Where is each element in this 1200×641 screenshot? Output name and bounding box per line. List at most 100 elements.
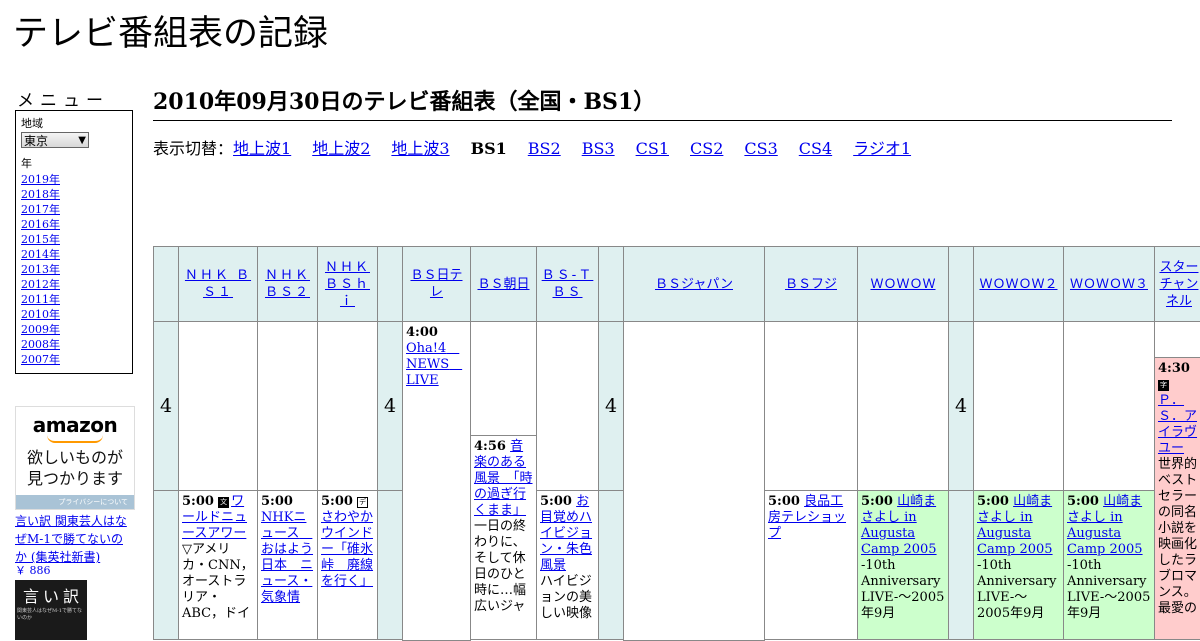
channel-header-nhk-bs1: ＮＨＫ ＢＳ１	[178, 246, 258, 322]
menu-label: メニュー	[17, 91, 109, 111]
switcher-bs2[interactable]: BS2	[528, 139, 561, 158]
program-cell: 5:00 山崎まさよし in Augusta Camp 2005 -10th A…	[1063, 490, 1155, 640]
program-cell: 5:00 デ さわやかウインドー「碓氷峠 廃線を行く」	[317, 490, 378, 640]
program-time: 5:00	[321, 494, 353, 509]
program-time: 5:00	[540, 494, 572, 509]
hour-column-cell	[377, 490, 403, 640]
book-cover-title: 言い訳	[23, 587, 84, 606]
amazon-logo: amazon	[32, 413, 118, 437]
region-select[interactable]: 東京 ▼	[21, 132, 89, 148]
channel-link-bs-tbs[interactable]: ＢＳ-ＴＢＳ	[540, 267, 595, 301]
hour-column-header	[948, 246, 974, 322]
channel-header-bs-fuji: ＢＳフジ	[764, 246, 858, 322]
year-link-2016[interactable]: 2016年	[21, 217, 127, 232]
switcher-radio-1[interactable]: ラジオ1	[853, 139, 911, 158]
program-cell: 5:00 NHKニュース おはよう日本 ニュース・気象情	[257, 490, 318, 640]
channel-header-bs-japan: ＢＳジャパン	[623, 246, 765, 322]
hour-label: 4	[377, 321, 403, 491]
year-link-2013[interactable]: 2013年	[21, 262, 127, 277]
program-title-link[interactable]: Oha!4 NEWS LIVE	[406, 341, 462, 388]
year-link-2007[interactable]: 2007年	[21, 352, 127, 367]
year-link-2018[interactable]: 2018年	[21, 187, 127, 202]
year-link-2014[interactable]: 2014年	[21, 247, 127, 262]
program-description: ▽アメリカ・CNN，オーストラリア・ABC，ドイ	[182, 542, 254, 621]
switcher-bs3[interactable]: BS3	[582, 139, 615, 158]
empty-slot	[764, 321, 858, 491]
channel-link-nhk-bs2[interactable]: ＮＨＫ ＢＳ２	[261, 267, 314, 301]
book-link[interactable]: 言い訳 関東芸人はなぜM-1で勝てないのか (集英社新書)	[15, 512, 133, 566]
hour-column-header	[153, 246, 179, 322]
hour-column-cell	[948, 490, 974, 640]
program-cell: 5:00 良品工房テレショップ	[764, 490, 858, 640]
year-link-2010[interactable]: 2010年	[21, 307, 127, 322]
channel-link-bs-ntv[interactable]: ＢＳ日テレ	[406, 267, 467, 301]
channel-header-bs-asahi: ＢＳ朝日	[470, 246, 537, 322]
program-cell: 5:00 山崎まさよし in Augusta Camp 2005 -10th A…	[857, 490, 949, 640]
channel-header-wowow3: ＷＯＷＯＷ３	[1063, 246, 1155, 322]
empty-slot	[1154, 321, 1200, 358]
program-title-link[interactable]: さわやかウインドー「碓氷峠 廃線を行く」	[321, 510, 373, 589]
channel-link-wowow[interactable]: ＷＯＷＯＷ	[870, 276, 935, 293]
empty-slot	[536, 321, 599, 491]
region-value: 東京	[24, 133, 49, 148]
year-link-2012[interactable]: 2012年	[21, 277, 127, 292]
program-cell: 5:00 山崎まさよし in Augusta Camp 2005 -10th A…	[973, 490, 1064, 640]
channel-link-nhk-bs1[interactable]: ＮＨＫ ＢＳ１	[182, 267, 254, 301]
channel-header-nhk-bs2: ＮＨＫ ＢＳ２	[257, 246, 318, 322]
program-description: 世界的ベストセラーの同名小説を映画化したラブロマンス。最愛の	[1158, 457, 1198, 616]
text-broadcast-icon: 文	[218, 497, 230, 508]
book-cover-image[interactable]: 言い訳 関東芸人はなぜM-1で勝てないのか	[15, 580, 87, 640]
program-description: ハイビジョンの美しい映像	[540, 574, 593, 621]
program-cell: 4:30 字 Ｐ．Ｓ．アイラヴユー 世界的ベストセラーの同名小説を映画化したラブ…	[1154, 357, 1200, 640]
channel-link-wowow3[interactable]: ＷＯＷＯＷ３	[1070, 276, 1148, 293]
program-cell: 5:00 文ワールドニュースアワー ▽アメリカ・CNN，オーストラリア・ABC，…	[178, 490, 258, 640]
hour-column-header	[377, 246, 403, 322]
program-description: -10th Anniversary LIVE-～2005年9月	[1067, 558, 1151, 621]
switcher-cs3[interactable]: CS3	[744, 139, 777, 158]
channel-link-star[interactable]: スターチャンネル	[1158, 259, 1200, 310]
switcher-cs1[interactable]: CS1	[636, 139, 669, 158]
program-time: 5:00	[1067, 494, 1099, 509]
chevron-down-icon: ▼	[78, 134, 86, 146]
switcher-cs2[interactable]: CS2	[690, 139, 723, 158]
hour-column-cell	[153, 490, 179, 640]
program-cell: 4:00 Oha!4 NEWS LIVE	[402, 321, 471, 641]
channel-header-nhk-bshi: ＮＨＫ ＢＳｈｉ	[317, 246, 378, 322]
channel-link-bs-asahi[interactable]: ＢＳ朝日	[477, 276, 529, 293]
site-title: テレビ番組表の記録	[13, 14, 329, 54]
channel-header-bs-ntv: ＢＳ日テレ	[402, 246, 471, 322]
year-link-2011[interactable]: 2011年	[21, 292, 127, 307]
switcher-cs4[interactable]: CS4	[799, 139, 832, 158]
program-time: 5:00	[768, 494, 800, 509]
channel-link-nhk-bshi[interactable]: ＮＨＫ ＢＳｈｉ	[321, 259, 374, 310]
channel-link-bs-fuji[interactable]: ＢＳフジ	[785, 276, 837, 293]
channel-header-wowow2: ＷＯＷＯＷ２	[973, 246, 1064, 322]
year-link-2009[interactable]: 2009年	[21, 322, 127, 337]
channel-header-star: スターチャンネル	[1154, 246, 1200, 322]
switcher-terrestrial-3[interactable]: 地上波3	[391, 139, 449, 158]
switcher-terrestrial-1[interactable]: 地上波1	[233, 139, 291, 158]
channel-link-wowow2[interactable]: ＷＯＷＯＷ２	[979, 276, 1057, 293]
channel-header-wowow: ＷＯＷＯＷ	[857, 246, 949, 322]
channel-link-bs-japan[interactable]: ＢＳジャパン	[655, 276, 733, 293]
book-price: ￥ 886	[15, 564, 51, 577]
year-link-2008[interactable]: 2008年	[21, 337, 127, 352]
switcher-terrestrial-2[interactable]: 地上波2	[312, 139, 370, 158]
program-cell: 4:56 音楽のある風景 「時の過ぎ行くまま」 一日の終わりに、そして休日のひと…	[470, 435, 537, 640]
empty-slot	[1063, 321, 1155, 491]
amazon-ad-banner[interactable]: amazon 欲しいものが 見つかります プライバシーについて	[15, 406, 135, 510]
empty-slot	[257, 321, 318, 491]
year-link-2015[interactable]: 2015年	[21, 232, 127, 247]
program-title-link[interactable]: NHKニュース おはよう日本 ニュース・気象情	[261, 510, 313, 605]
program-title-link[interactable]: Ｐ．Ｓ．アイラヴユー	[1158, 393, 1197, 456]
hour-label: 4	[948, 321, 974, 491]
year-link-2019[interactable]: 2019年	[21, 172, 127, 187]
year-link-2017[interactable]: 2017年	[21, 202, 127, 217]
switcher-bs1-current: BS1	[470, 139, 507, 158]
hour-label: 4	[598, 321, 624, 491]
program-time: 5:00	[861, 494, 893, 509]
channel-header-bs-tbs: ＢＳ-ＴＢＳ	[536, 246, 599, 322]
program-time: 4:56	[474, 439, 506, 454]
ad-privacy-link[interactable]: プライバシーについて	[16, 495, 134, 509]
menu-panel: 地域 東京 ▼ 年 2019年 2018年 2017年 2016年 2015年 …	[15, 110, 133, 374]
